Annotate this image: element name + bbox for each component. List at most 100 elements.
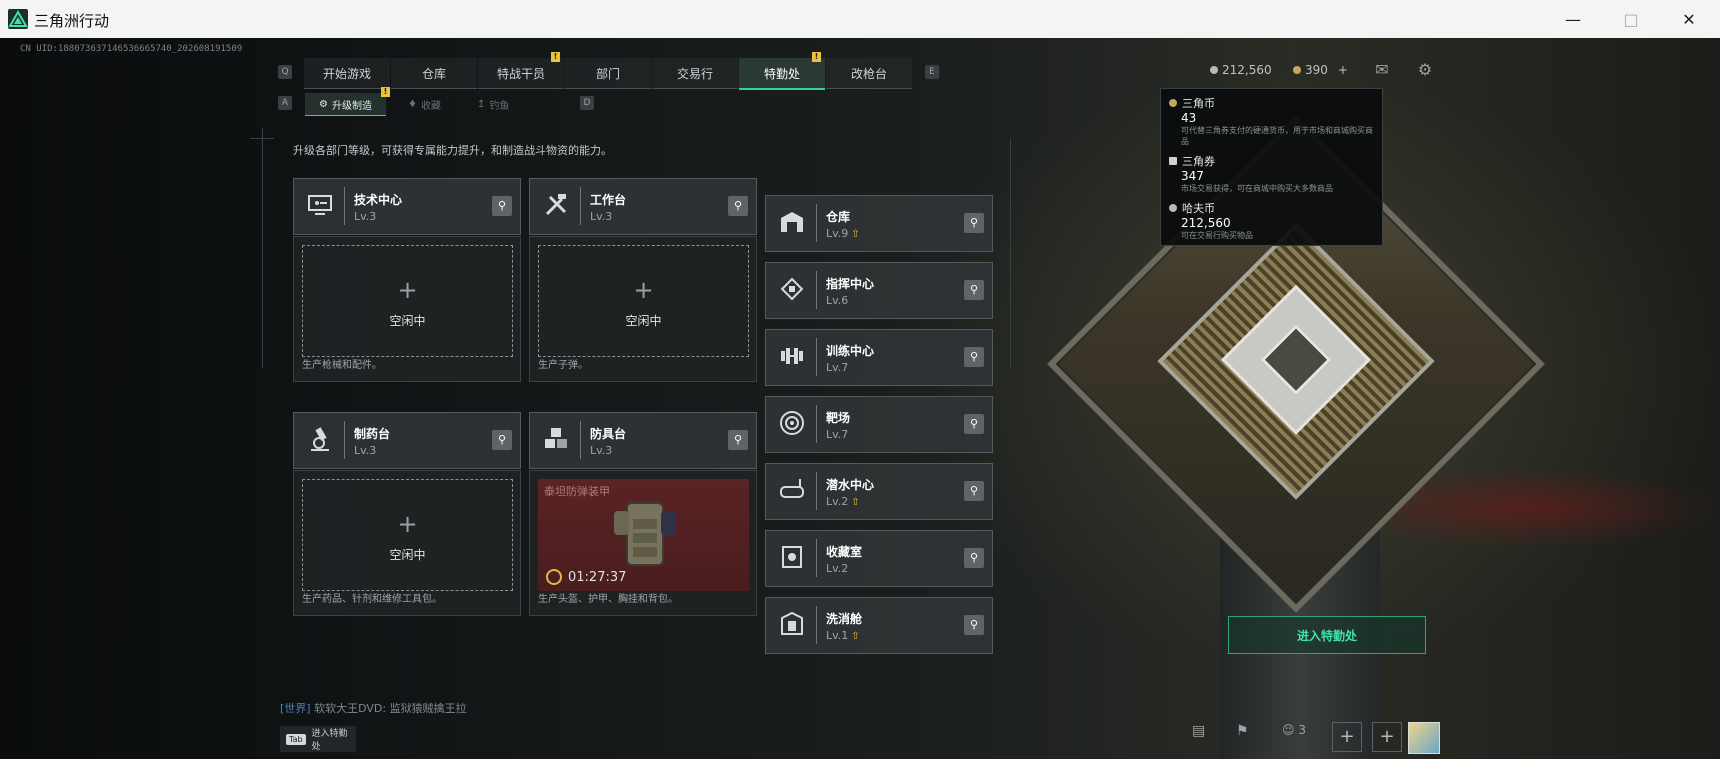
tooltip-item: 哈夫币 212,560 可在交易行购买物品 (1169, 200, 1374, 241)
tab-label: 开始游戏 (322, 66, 371, 81)
close-icon[interactable]: ✕ (1660, 0, 1718, 38)
idle-slot[interactable]: + 空闲中 (302, 479, 513, 591)
facility-card-warehouse[interactable]: 仓库 Lv.9 ⇧ ⚲ (765, 195, 993, 252)
stats-icon[interactable]: ▤ (1192, 723, 1205, 739)
production-panel-pharmacy[interactable]: + 空闲中 生产药品、针剂和维修工具包。 (293, 470, 521, 616)
search-icon[interactable]: ⚲ (964, 280, 984, 300)
production-slot-active[interactable]: 泰坦防弹装甲 01:27:37 (538, 479, 749, 591)
card-separator (580, 187, 581, 225)
facility-level: Lv.2 ⇧ (826, 495, 860, 508)
card-separator (816, 405, 817, 443)
search-icon[interactable]: ⚲ (964, 615, 984, 635)
workstation-card-tech[interactable]: 技术中心 Lv.3 ⚲ (293, 178, 521, 235)
search-icon[interactable]: ⚲ (964, 548, 984, 568)
production-desc: 生产药品、针剂和维修工具包。 (302, 594, 442, 605)
idle-slot[interactable]: + 空闲中 (302, 245, 513, 357)
gear-icon[interactable]: ⚙ (1415, 60, 1435, 80)
add-currency-button[interactable]: + (1338, 63, 1348, 77)
boxes-icon (540, 423, 572, 455)
workstation-card-pharmacy[interactable]: 制药台 Lv.3 ⚲ (293, 412, 521, 469)
workstation-name: 制药台 (354, 427, 391, 441)
uid-text: CN UID:18807363714653666574​0_20260819​1… (20, 44, 243, 54)
havoc-coin-display[interactable]: 212,560 (1210, 63, 1272, 77)
invite-slot-button[interactable]: + (1372, 722, 1402, 752)
tab-hint-label: 进入特勤处 (311, 729, 348, 752)
mail-icon[interactable]: ✉ (1372, 60, 1392, 80)
production-panel-armor[interactable]: 泰坦防弹装甲 01:27:37 生产头盔、护甲、胸挂和背包。 (529, 470, 757, 616)
search-icon[interactable]: ⚲ (728, 196, 748, 216)
search-icon[interactable]: ⚲ (964, 414, 984, 434)
facility-name: 指挥中心 (826, 277, 875, 291)
subtab-collection[interactable]: ♦ 收藏 (394, 93, 455, 115)
production-panel-tech[interactable]: + 空闲中 生产枪械和配件。 (293, 236, 521, 382)
cube-core (1221, 284, 1371, 435)
search-icon[interactable]: ⚲ (728, 430, 748, 450)
subtab-upgrade-craft[interactable]: ⚙ 升级制造! (305, 87, 390, 116)
search-icon[interactable]: ⚲ (964, 481, 984, 501)
facility-name: 训练中心 (826, 344, 875, 358)
idle-slot[interactable]: + 空闲中 (538, 245, 749, 357)
tab-start-game[interactable]: 开始游戏 (304, 58, 390, 89)
ticket-icon (1169, 157, 1177, 165)
maximize-icon[interactable]: □ (1602, 0, 1660, 38)
tab-hint[interactable]: Tab 进入特勤处 (280, 726, 356, 752)
plus-icon: + (397, 510, 418, 538)
subtab-fishing[interactable]: ↥ 钓鱼 (463, 93, 523, 115)
workstation-card-armor[interactable]: 防具台 Lv.3 ⚲ (529, 412, 757, 469)
window-title: 三角洲行动 (34, 12, 110, 30)
facility-level-value: Lv.2 (826, 495, 849, 508)
upgrade-available-icon: ⇧ (851, 497, 860, 508)
search-icon[interactable]: ⚲ (964, 213, 984, 233)
facility-card-training[interactable]: 训练中心 Lv.7 ⚲ (765, 329, 993, 386)
facility-level-value: Lv.1 (826, 629, 849, 642)
tooltip-item-amount: 347 (1181, 169, 1204, 183)
facility-card-decon[interactable]: 洗消舱 Lv.1 ⇧ ⚲ (765, 597, 993, 654)
tooltip-item-amount: 212,560 (1181, 216, 1231, 230)
decon-icon (776, 608, 808, 640)
cube-core-center (1260, 324, 1332, 396)
tab-department[interactable]: 部门 (565, 58, 651, 89)
invite-slot-button[interactable]: + (1332, 722, 1362, 752)
facility-name: 洗消舱 (826, 612, 863, 626)
tab-warehouse[interactable]: 仓库 (391, 58, 477, 89)
facility-card-diving[interactable]: 潜水中心 Lv.2 ⇧ ⚲ (765, 463, 993, 520)
friends-button[interactable]: ☺ 3 (1282, 723, 1306, 737)
minimize-icon[interactable]: — (1544, 0, 1602, 38)
facility-card-collection[interactable]: 收藏室 Lv.2 ⚲ (765, 530, 993, 587)
tab-gunsmith[interactable]: 改枪台 (826, 58, 912, 89)
workstation-level: Lv.3 (354, 444, 377, 457)
triangle-coin-display[interactable]: 390 + (1293, 63, 1348, 77)
card-separator (580, 421, 581, 459)
flag-icon[interactable]: ⚑ (1236, 723, 1249, 739)
workstation-card-workbench[interactable]: 工作台 Lv.3 ⚲ (529, 178, 757, 235)
facility-card-command[interactable]: 指挥中心 Lv.6 ⚲ (765, 262, 993, 319)
warehouse-icon (776, 206, 808, 238)
subtab-label: 钓鱼 (489, 100, 510, 112)
window-titlebar: 三角洲行动 — □ ✕ (0, 0, 1720, 39)
currency-tooltip: 三角币 43 可代替三角券支付的硬通货币，用于市场和商城购买商品 三角券 347… (1160, 88, 1383, 246)
search-icon[interactable]: ⚲ (492, 430, 512, 450)
search-icon[interactable]: ⚲ (964, 347, 984, 367)
avatar[interactable] (1408, 722, 1440, 754)
subtab-label: 升级制造 (331, 100, 372, 112)
tab-trading[interactable]: 交易行 (652, 58, 738, 89)
production-panel-workbench[interactable]: + 空闲中 生产子弹。 (529, 236, 757, 382)
card-separator (816, 204, 817, 242)
tab-operators[interactable]: 特战干员! (478, 52, 564, 89)
item-name: 泰坦防弹装甲 (544, 485, 610, 498)
tooltip-item: 三角币 43 可代替三角券支付的硬通货币，用于市场和商城购买商品 (1169, 95, 1374, 147)
search-icon[interactable]: ⚲ (492, 196, 512, 216)
facility-card-range[interactable]: 靶场 Lv.7 ⚲ (765, 396, 993, 453)
workstation-level: Lv.3 (590, 210, 613, 223)
tab-special-ops[interactable]: 特勤处! (739, 52, 825, 90)
enter-special-ops-button[interactable]: 进入特勤处 (1228, 616, 1426, 654)
chat-channel: [世界] (280, 702, 311, 715)
game-stage: CN UID:18807363714653666574​0_20260819​1… (0, 38, 1720, 759)
sub-nav: ⚙ 升级制造! ♦ 收藏 ↥ 钓鱼 (305, 87, 523, 116)
facility-name: 潜水中心 (826, 478, 875, 492)
chat-line[interactable]: [世界] 软软大王DVD: 监狱猿贼擒王拉 (280, 700, 467, 716)
havoc-coin-amount: 212,560 (1222, 63, 1272, 77)
workstation-level: Lv.3 (354, 210, 377, 223)
havoc-coin-icon (1169, 204, 1177, 212)
facility-level: Lv.6 (826, 294, 849, 307)
